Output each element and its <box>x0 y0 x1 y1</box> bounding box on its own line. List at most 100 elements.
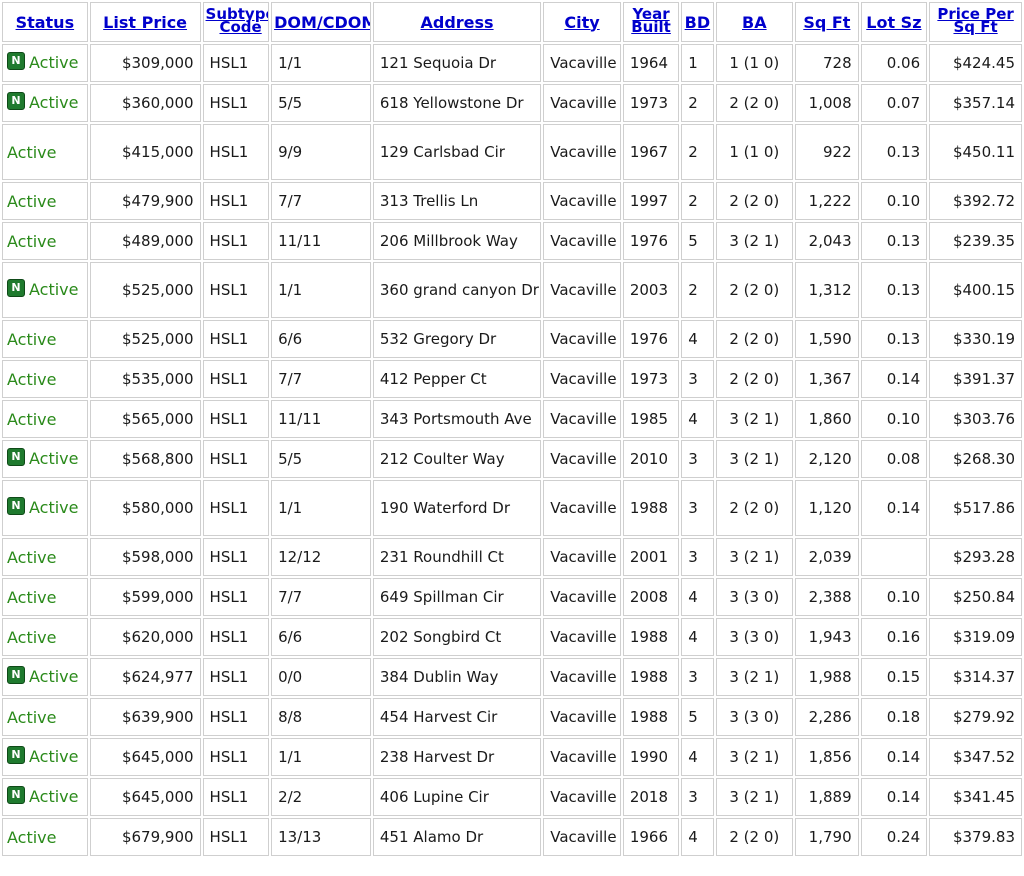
bd-cell: 2 <box>681 84 714 122</box>
table-row[interactable]: Active $479,900 HSL1 7/7 313 Trellis Ln Vacav… <box>2 182 1022 220</box>
sort-list-price-link[interactable]: List Price <box>103 13 187 32</box>
sqft-cell: 2,043 <box>795 222 859 260</box>
year-cell: 1985 <box>622 400 680 438</box>
sort-year-built-link[interactable]: Year Built <box>631 7 671 36</box>
sqft-cell: 1,222 <box>795 182 859 220</box>
year-cell: 1967 <box>622 124 680 180</box>
address-cell: 384 Dublin Way <box>372 658 542 696</box>
status-text: Active <box>7 369 57 389</box>
col-bd: BD <box>681 2 714 42</box>
col-city: City <box>543 2 621 42</box>
status-cell: Active <box>2 320 88 358</box>
year-line-2: Built <box>631 18 671 36</box>
address-cell: 360 grand canyon Dr <box>372 262 542 318</box>
bd-cell: 3 <box>681 440 714 478</box>
dom-cell: 8/8 <box>271 698 371 736</box>
sort-status-link[interactable]: Status <box>16 13 75 32</box>
status-cell: Active <box>2 538 88 576</box>
ppsf-cell: $400.15 <box>929 262 1022 318</box>
status-cell: Active <box>2 124 88 180</box>
sort-address-link[interactable]: Address <box>421 13 494 32</box>
table-row[interactable]: Active $415,000 HSL1 9/9 129 Carlsbad Cir Vac… <box>2 124 1022 180</box>
bd-cell: 2 <box>681 182 714 220</box>
price-cell: $309,000 <box>89 44 201 82</box>
table-row[interactable]: N Active $645,000 HSL1 1/1 238 Harvest Dr Vaca… <box>2 738 1022 776</box>
sort-price-per-sq-ft-link[interactable]: Price Per Sq Ft <box>937 7 1013 35</box>
listings-table: Status List Price Subtype Code DOM/CDOM A… <box>0 0 1024 858</box>
address-cell: 129 Carlsbad Cir <box>372 124 542 180</box>
status-cell: N Active <box>2 44 88 82</box>
ba-cell: 3 (2 1) <box>715 440 794 478</box>
table-row[interactable]: Active $599,000 HSL1 7/7 649 Spillman Cir Vac… <box>2 578 1022 616</box>
address-cell: 412 Pepper Ct <box>372 360 542 398</box>
table-row[interactable]: Active $535,000 HSL1 7/7 412 Pepper Ct Vacavi… <box>2 360 1022 398</box>
table-row[interactable]: Active $679,900 HSL1 13/13 451 Alamo Dr Vacav… <box>2 818 1022 856</box>
table-row[interactable]: N Active $624,977 HSL1 0/0 384 Dublin Way Vaca… <box>2 658 1022 696</box>
address-cell: 190 Waterford Dr <box>372 480 542 536</box>
sort-sq-ft-link[interactable]: Sq Ft <box>803 13 850 32</box>
sort-ba-link[interactable]: BA <box>742 13 767 32</box>
address-cell: 121 Sequoia Dr <box>372 44 542 82</box>
address-cell: 406 Lupine Cir <box>372 778 542 816</box>
city-cell: Vacaville <box>543 658 621 696</box>
table-row[interactable]: Active $525,000 HSL1 6/6 532 Gregory Dr Vacav… <box>2 320 1022 358</box>
year-cell: 2018 <box>622 778 680 816</box>
ppsf-cell: $379.83 <box>929 818 1022 856</box>
table-row[interactable]: Active $598,000 HSL1 12/12 231 Roundhill Ct V… <box>2 538 1022 576</box>
year-cell: 1976 <box>622 320 680 358</box>
subtype-cell: HSL1 <box>202 538 270 576</box>
year-cell: 1990 <box>622 738 680 776</box>
ba-cell: 3 (3 0) <box>715 578 794 616</box>
lot-cell: 0.16 <box>860 618 928 656</box>
ba-cell: 3 (2 1) <box>715 538 794 576</box>
table-row[interactable]: N Active $568,800 HSL1 5/5 212 Coulter Way Vac… <box>2 440 1022 478</box>
price-cell: $489,000 <box>89 222 201 260</box>
bd-cell: 4 <box>681 400 714 438</box>
address-cell: 454 Harvest Cir <box>372 698 542 736</box>
sort-city-link[interactable]: City <box>564 13 599 32</box>
new-listing-icon: N <box>7 91 25 110</box>
bd-cell: 2 <box>681 262 714 318</box>
subtype-cell: HSL1 <box>202 360 270 398</box>
sort-lot-sz-link[interactable]: Lot Sz <box>866 13 921 32</box>
year-cell: 1997 <box>622 182 680 220</box>
price-cell: $599,000 <box>89 578 201 616</box>
table-row[interactable]: N Active $645,000 HSL1 2/2 406 Lupine Cir Vaca… <box>2 778 1022 816</box>
table-row[interactable]: Active $489,000 HSL1 11/11 206 Millbrook Way… <box>2 222 1022 260</box>
table-row[interactable]: Active $620,000 HSL1 6/6 202 Songbird Ct Vaca… <box>2 618 1022 656</box>
status-text: Active <box>7 827 57 847</box>
table-row[interactable]: N Active $360,000 HSL1 5/5 618 Yellowstone Dr… <box>2 84 1022 122</box>
subtype-cell: HSL1 <box>202 578 270 616</box>
status-text: Active <box>29 53 79 73</box>
status-text: Active <box>7 547 57 567</box>
sort-dom-cdom-link[interactable]: DOM/CDOM <box>274 13 370 32</box>
table-row[interactable]: N Active $580,000 HSL1 1/1 190 Waterford Dr Va… <box>2 480 1022 536</box>
sqft-cell: 1,943 <box>795 618 859 656</box>
col-address: Address <box>372 2 542 42</box>
price-cell: $568,800 <box>89 440 201 478</box>
table-row[interactable]: Active $565,000 HSL1 11/11 343 Portsmouth Av… <box>2 400 1022 438</box>
ppsf-cell: $279.92 <box>929 698 1022 736</box>
sqft-cell: 1,312 <box>795 262 859 318</box>
new-listing-icon: N <box>7 447 25 466</box>
ba-cell: 3 (2 1) <box>715 658 794 696</box>
sort-subtype-code-link[interactable]: Subtype Code <box>206 7 269 35</box>
ba-cell: 3 (2 1) <box>715 738 794 776</box>
bd-cell: 1 <box>681 44 714 82</box>
table-row[interactable]: Active $639,900 HSL1 8/8 454 Harvest Cir Vaca… <box>2 698 1022 736</box>
sort-bd-link[interactable]: BD <box>685 13 710 32</box>
table-row[interactable]: N Active $525,000 HSL1 1/1 360 grand canyon D… <box>2 262 1022 318</box>
status-cell: Active <box>2 698 88 736</box>
year-cell: 1964 <box>622 44 680 82</box>
city-cell: Vacaville <box>543 360 621 398</box>
sqft-cell: 728 <box>795 44 859 82</box>
address-cell: 343 Portsmouth Ave <box>372 400 542 438</box>
subtype-cell: HSL1 <box>202 480 270 536</box>
ppsf-cell: $391.37 <box>929 360 1022 398</box>
ppsf-cell: $330.19 <box>929 320 1022 358</box>
status-text: Active <box>7 587 57 607</box>
price-cell: $624,977 <box>89 658 201 696</box>
ba-cell: 2 (2 0) <box>715 480 794 536</box>
table-row[interactable]: N Active $309,000 HSL1 1/1 121 Sequoia Dr Vaca… <box>2 44 1022 82</box>
bd-cell: 4 <box>681 818 714 856</box>
